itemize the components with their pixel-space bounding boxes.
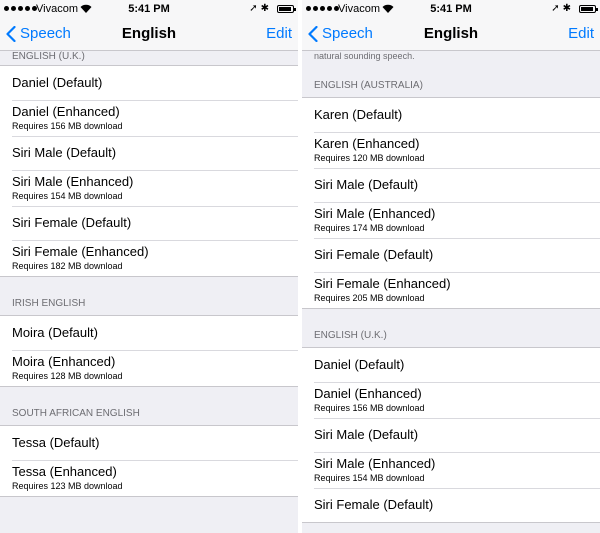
list-item[interactable]: Siri Male (Enhanced) Requires 154 MB down…	[0, 170, 298, 206]
location-bluetooth-icons: ➚✱	[249, 3, 272, 14]
back-button[interactable]: Speech	[6, 25, 71, 42]
back-button-label: Speech	[322, 25, 373, 42]
battery-fill	[581, 7, 593, 11]
section-header: IRISH ENGLISH	[12, 298, 86, 309]
list-item[interactable]: Daniel (Enhanced) Requires 156 MB downloa…	[302, 382, 600, 418]
voice-name: Siri Female (Default)	[12, 215, 132, 230]
voice-group: Tessa (Default) Tessa (Enhanced) Requires…	[0, 425, 298, 497]
list-item[interactable]: Daniel (Default)	[302, 348, 600, 382]
voice-name: Siri Female (Default)	[314, 247, 434, 262]
voice-name: Karen (Enhanced)	[314, 136, 420, 151]
list-item[interactable]: Siri Female (Default)	[0, 206, 298, 240]
voice-name: Tessa (Enhanced)	[12, 464, 117, 479]
edit-button[interactable]: Edit	[266, 25, 292, 42]
intro-text: natural sounding speech.	[314, 51, 415, 61]
list-item[interactable]: Moira (Enhanced) Requires 128 MB download	[0, 350, 298, 386]
list-item[interactable]: Siri Male (Default)	[302, 418, 600, 452]
voice-group: Moira (Default) Moira (Enhanced) Requires…	[0, 315, 298, 387]
navigation-bar: Speech English Edit	[302, 20, 600, 51]
download-size: Requires 154 MB download	[12, 191, 123, 201]
voice-name: Tessa (Default)	[12, 435, 100, 450]
voice-list[interactable]: natural sounding speech. ENGLISH (AUSTRA…	[302, 51, 600, 533]
voice-name: Daniel (Enhanced)	[12, 104, 120, 119]
list-item[interactable]: Tessa (Enhanced) Requires 123 MB download	[0, 460, 298, 496]
battery-icon	[277, 5, 296, 13]
voice-name: Siri Male (Default)	[12, 145, 117, 160]
download-size: Requires 154 MB download	[314, 473, 425, 483]
section-header: SOUTH AFRICAN ENGLISH	[12, 408, 140, 419]
voice-name: Siri Female (Enhanced)	[314, 276, 451, 291]
voice-name: Moira (Default)	[12, 325, 98, 340]
download-size: Requires 120 MB download	[314, 153, 425, 163]
battery-fill	[279, 7, 291, 11]
voice-name: Siri Male (Enhanced)	[314, 456, 436, 471]
voice-name: Siri Female (Default)	[314, 497, 434, 512]
chevron-left-icon	[308, 25, 318, 42]
location-bluetooth-icons: ➚✱	[551, 3, 574, 14]
left-screen: Vivacom 5:41 PM ➚✱ Speech English Edit E…	[0, 0, 298, 533]
voice-group: Daniel (Default) Daniel (Enhanced) Requir…	[302, 347, 600, 523]
download-size: Requires 156 MB download	[314, 403, 425, 413]
voice-group: Karen (Default) Karen (Enhanced) Requires…	[302, 97, 600, 309]
list-item[interactable]: Siri Male (Default)	[302, 168, 600, 202]
list-item[interactable]: Siri Male (Enhanced) Requires 174 MB down…	[302, 202, 600, 238]
list-item[interactable]: Moira (Default)	[0, 316, 298, 350]
status-bar: Vivacom 5:41 PM ➚✱	[302, 0, 600, 20]
list-item[interactable]: Siri Male (Enhanced) Requires 154 MB down…	[302, 452, 600, 488]
voice-name: Siri Male (Enhanced)	[12, 174, 134, 189]
voice-list[interactable]: ENGLISH (U.K.) Daniel (Default) Daniel (…	[0, 51, 298, 533]
voice-name: Moira (Enhanced)	[12, 354, 116, 369]
voice-name: Siri Female (Enhanced)	[12, 244, 149, 259]
list-item[interactable]: Karen (Default)	[302, 98, 600, 132]
list-item[interactable]: Siri Female (Enhanced) Requires 182 MB do…	[0, 240, 298, 276]
list-item[interactable]: Siri Female (Enhanced) Requires 205 MB do…	[302, 272, 600, 308]
voice-name: Daniel (Enhanced)	[314, 386, 422, 401]
list-item[interactable]: Siri Female (Default)	[302, 488, 600, 522]
right-screen: Vivacom 5:41 PM ➚✱ Speech English Edit n…	[302, 0, 600, 533]
back-button[interactable]: Speech	[308, 25, 373, 42]
status-bar: Vivacom 5:41 PM ➚✱	[0, 0, 298, 20]
voice-name: Daniel (Default)	[314, 357, 405, 372]
back-button-label: Speech	[20, 25, 71, 42]
download-size: Requires 128 MB download	[12, 371, 123, 381]
section-header: ENGLISH (U.K.)	[12, 51, 85, 62]
voice-name: Siri Male (Default)	[314, 427, 419, 442]
section-header: ENGLISH (AUSTRALIA)	[314, 80, 423, 91]
voice-group: Daniel (Default) Daniel (Enhanced) Requir…	[0, 65, 298, 277]
battery-icon	[579, 5, 598, 13]
download-size: Requires 123 MB download	[12, 481, 123, 491]
list-item[interactable]: Siri Male (Default)	[0, 136, 298, 170]
voice-name: Karen (Default)	[314, 107, 403, 122]
section-header: ENGLISH (U.K.)	[314, 330, 387, 341]
download-size: Requires 174 MB download	[314, 223, 425, 233]
list-item[interactable]: Daniel (Default)	[0, 66, 298, 100]
list-item[interactable]: Siri Female (Default)	[302, 238, 600, 272]
download-size: Requires 156 MB download	[12, 121, 123, 131]
voice-name: Siri Male (Default)	[314, 177, 419, 192]
list-item[interactable]: Tessa (Default)	[0, 426, 298, 460]
chevron-left-icon	[6, 25, 16, 42]
voice-name: Daniel (Default)	[12, 75, 103, 90]
navigation-bar: Speech English Edit	[0, 20, 298, 51]
download-size: Requires 182 MB download	[12, 261, 123, 271]
list-item[interactable]: Daniel (Enhanced) Requires 156 MB downloa…	[0, 100, 298, 136]
download-size: Requires 205 MB download	[314, 293, 425, 303]
list-item[interactable]: Karen (Enhanced) Requires 120 MB download	[302, 132, 600, 168]
voice-name: Siri Male (Enhanced)	[314, 206, 436, 221]
edit-button[interactable]: Edit	[568, 25, 594, 42]
